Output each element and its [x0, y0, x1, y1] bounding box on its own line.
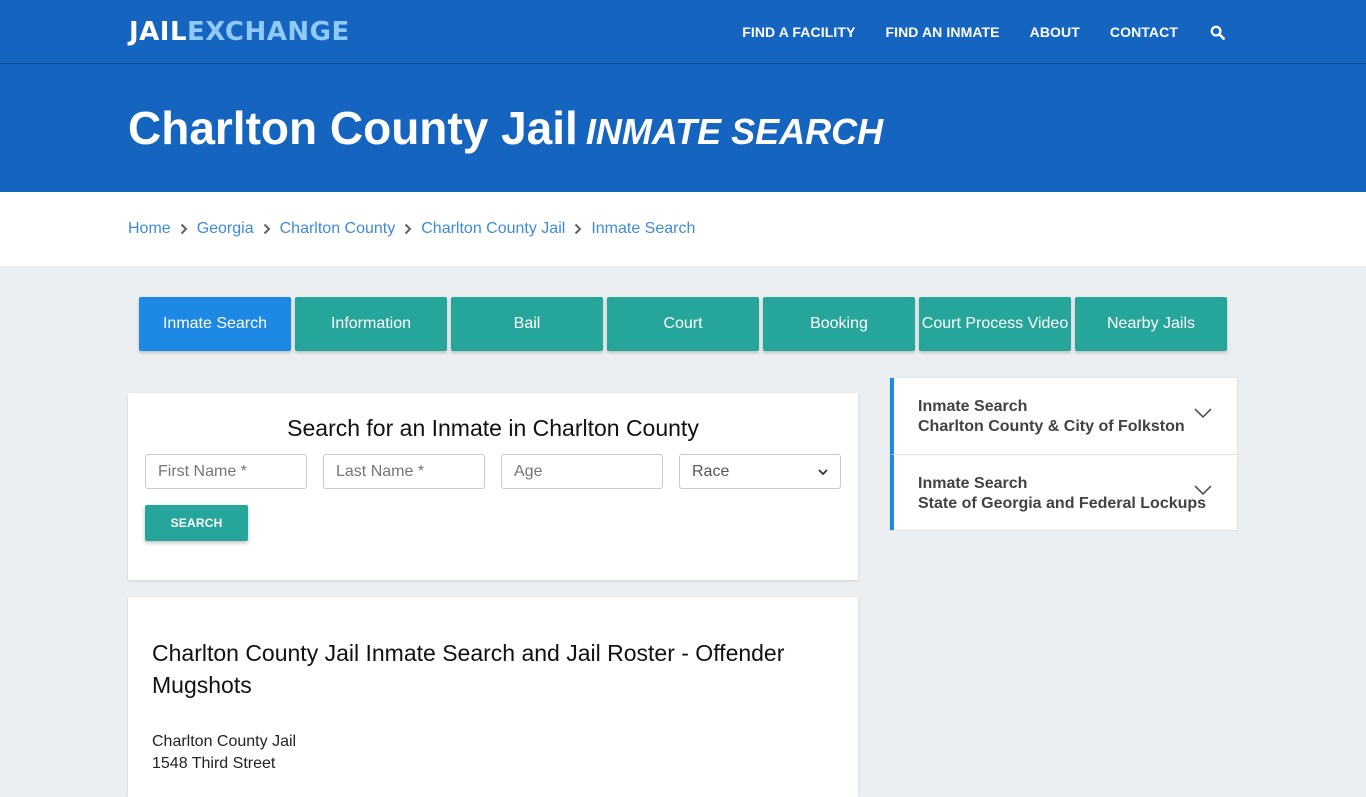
breadcrumb: Home Georgia Charlton County Charlton Co… [128, 192, 695, 266]
sidebar-accordion: Inmate Search Charlton County & City of … [889, 377, 1238, 531]
facility-address: Charlton County Jail 1548 Third Street [152, 731, 296, 775]
article-heading: Charlton County Jail Inmate Search and J… [152, 640, 785, 698]
breadcrumb-georgia[interactable]: Georgia [197, 220, 254, 238]
top-navbar: JAILEXCHANGE FIND A FACILITY FIND AN INM… [0, 0, 1366, 64]
section-tabs: Inmate Search Information Bail Court Boo… [139, 297, 1231, 351]
search-button[interactable]: SEARCH [145, 505, 248, 541]
chevron-right-icon [180, 223, 188, 235]
breadcrumb-inmate-search[interactable]: Inmate Search [591, 220, 695, 238]
article-card: Charlton County Jail Inmate Search and J… [128, 597, 858, 797]
accordion-item-county-search[interactable]: Inmate Search Charlton County & City of … [890, 378, 1237, 454]
tab-booking[interactable]: Booking [763, 297, 915, 351]
page-title-subtitle: INMATE SEARCH [585, 111, 884, 152]
page-hero: Charlton County Jail INMATE SEARCH [0, 64, 1366, 192]
nav-contact[interactable]: CONTACT [1110, 24, 1178, 40]
breadcrumb-charlton-county[interactable]: Charlton County [280, 220, 396, 238]
chevron-down-icon[interactable] [1193, 406, 1213, 420]
inmate-search-card: Search for an Inmate in Charlton County … [128, 393, 858, 580]
accordion-subtitle: Charlton County & City of Folkston [918, 418, 1185, 435]
main-nav: FIND A FACILITY FIND AN INMATE ABOUT CON… [712, 0, 1226, 64]
accordion-title: Inmate Search [918, 398, 1028, 415]
search-icon[interactable] [1208, 23, 1226, 41]
accordion-label: Inmate Search Charlton County & City of … [918, 397, 1185, 437]
tab-nearby-jails[interactable]: Nearby Jails [1075, 297, 1227, 351]
accordion-label: Inmate Search State of Georgia and Feder… [918, 474, 1206, 514]
chevron-right-icon [263, 223, 271, 235]
age-input[interactable] [514, 462, 650, 481]
breadcrumb-charlton-county-jail[interactable]: Charlton County Jail [421, 220, 565, 238]
address-line-name: Charlton County Jail [152, 733, 297, 750]
breadcrumb-home[interactable]: Home [128, 220, 171, 238]
chevron-down-icon [818, 463, 828, 481]
first-name-field-wrapper [145, 454, 307, 489]
race-select[interactable]: Race [679, 454, 841, 489]
logo-part-exchange: EXCHANGE [187, 17, 350, 47]
tab-court-process-video[interactable]: Court Process Video [919, 297, 1071, 351]
nav-find-a-facility[interactable]: FIND A FACILITY [742, 24, 855, 40]
accordion-item-state-federal-search[interactable]: Inmate Search State of Georgia and Feder… [890, 454, 1237, 530]
logo-part-jail: JAIL [129, 17, 188, 47]
search-heading: Search for an Inmate in Charlton County [287, 415, 699, 441]
page-title: Charlton County Jail INMATE SEARCH [128, 98, 883, 162]
tab-court[interactable]: Court [607, 297, 759, 351]
address-line-street: 1548 Third Street [152, 755, 276, 772]
breadcrumb-bar: Home Georgia Charlton County Charlton Co… [0, 192, 1366, 266]
accordion-subtitle: State of Georgia and Federal Lockups [918, 495, 1207, 512]
page-title-main: Charlton County Jail [128, 102, 578, 154]
last-name-field-wrapper [323, 454, 485, 489]
site-logo[interactable]: JAILEXCHANGE [129, 15, 350, 49]
accordion-title: Inmate Search [918, 475, 1028, 492]
tab-bail[interactable]: Bail [451, 297, 603, 351]
nav-find-an-inmate[interactable]: FIND AN INMATE [885, 24, 999, 40]
first-name-input[interactable] [158, 462, 294, 481]
last-name-input[interactable] [336, 462, 472, 481]
chevron-right-icon [404, 223, 412, 235]
age-field-wrapper [501, 454, 663, 489]
race-select-value: Race [692, 462, 730, 480]
nav-about[interactable]: ABOUT [1030, 24, 1080, 40]
tab-information[interactable]: Information [295, 297, 447, 351]
chevron-down-icon[interactable] [1193, 483, 1213, 497]
tab-inmate-search[interactable]: Inmate Search [139, 297, 291, 351]
chevron-right-icon [574, 223, 582, 235]
